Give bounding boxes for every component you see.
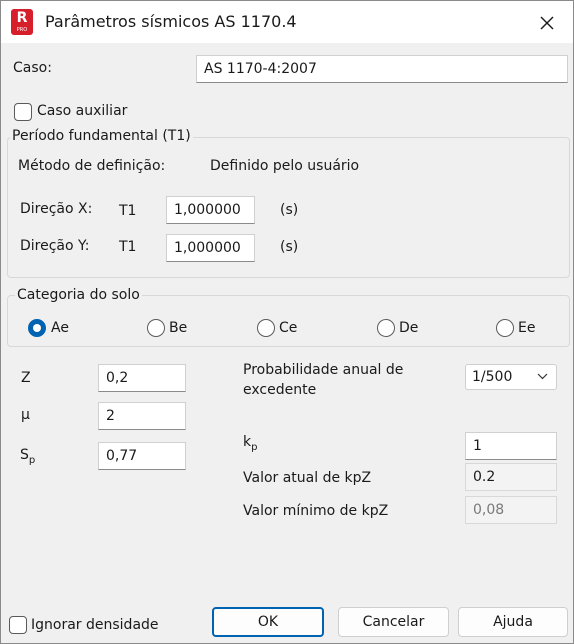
close-button[interactable] — [531, 9, 563, 37]
mu-label: μ — [21, 407, 30, 423]
radio-be-label: Be — [169, 320, 188, 336]
radio-de-label: De — [399, 320, 419, 336]
ignorar-densidade-label: Ignorar densidade — [31, 617, 159, 633]
close-icon — [540, 16, 554, 30]
caso-auxiliar-label: Caso auxiliar — [37, 103, 128, 119]
direcao-x-label: Direção X: — [20, 201, 93, 217]
z-label: Z — [21, 370, 31, 386]
kpz-minimo-field: 0,08 — [465, 496, 557, 524]
radio-ce[interactable] — [257, 319, 275, 337]
dialog-window: R PRO Parâmetros sísmicos AS 1170.4 Caso:… — [0, 0, 574, 644]
periodo-fundamental-legend: Período fundamental (T1) — [10, 128, 193, 144]
caso-auxiliar-checkbox[interactable] — [14, 103, 32, 121]
ok-button[interactable]: OK — [212, 607, 324, 637]
kpz-atual-field: 0.2 — [465, 463, 557, 491]
radio-ce-label: Ce — [279, 320, 298, 336]
kp-field[interactable]: 1 — [465, 432, 557, 460]
kpz-atual-label: Valor atual de kpZ — [243, 470, 372, 486]
categoria-solo-legend: Categoria do solo — [15, 287, 142, 303]
kpz-minimo-label: Valor mínimo de kpZ — [243, 503, 389, 519]
radio-de[interactable] — [377, 319, 395, 337]
radio-ae[interactable] — [28, 319, 46, 337]
direcao-y-unit: (s) — [280, 239, 299, 255]
caso-label: Caso: — [13, 60, 52, 76]
direcao-x-unit: (s) — [280, 202, 299, 218]
metodo-label: Método de definição: — [18, 158, 166, 174]
mu-field[interactable]: 2 — [98, 402, 186, 430]
radio-ae-label: Ae — [51, 320, 69, 336]
direcao-x-field[interactable]: 1,000000 — [166, 196, 255, 224]
direcao-y-label: Direção Y: — [20, 238, 90, 254]
radio-ee-label: Ee — [518, 320, 536, 336]
direcao-y-field[interactable]: 1,000000 — [166, 234, 255, 262]
window-title: Parâmetros sísmicos AS 1170.4 — [45, 12, 297, 31]
direcao-x-symbol: T1 — [119, 203, 137, 219]
caso-field[interactable]: AS 1170-4:2007 — [196, 55, 568, 83]
sp-label: Sp — [20, 447, 36, 466]
metodo-value: Definido pelo usuário — [210, 158, 360, 174]
probabilidade-label-line1: Probabilidade anual de — [243, 362, 404, 378]
radio-ee[interactable] — [496, 319, 514, 337]
ignorar-densidade-checkbox[interactable] — [9, 616, 27, 634]
direcao-y-symbol: T1 — [119, 239, 137, 255]
sp-field[interactable]: 0,77 — [98, 442, 186, 470]
kp-label: kp — [243, 434, 258, 453]
z-field[interactable]: 0,2 — [98, 364, 186, 392]
title-bar: R PRO Parâmetros sísmicos AS 1170.4 — [1, 1, 573, 43]
radio-be[interactable] — [147, 319, 165, 337]
chevron-down-icon — [537, 373, 548, 380]
probabilidade-label-line2: excedente — [243, 382, 317, 398]
help-button[interactable]: Ajuda — [458, 607, 568, 637]
cancel-button[interactable]: Cancelar — [338, 607, 449, 637]
robot-app-icon: R PRO — [11, 9, 33, 35]
probabilidade-select[interactable]: 1/500 — [465, 364, 557, 390]
